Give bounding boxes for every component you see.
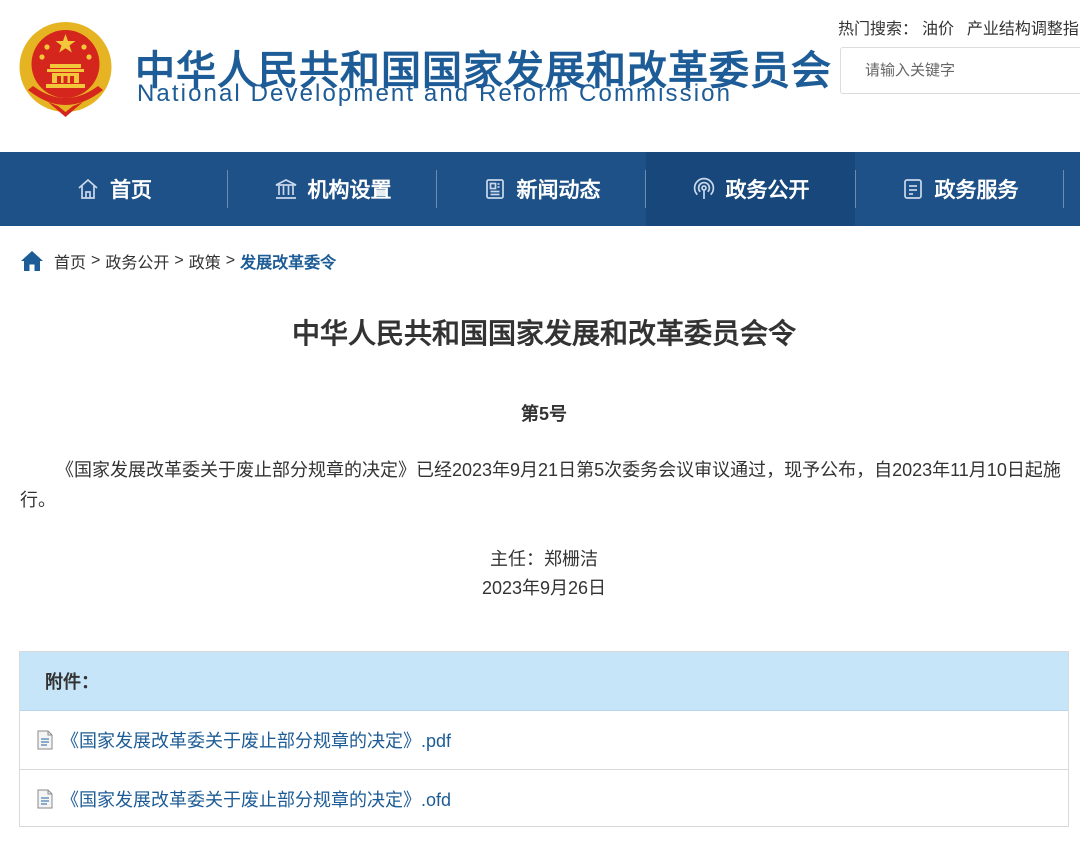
site-title-en: National Development and Reform Commissi… xyxy=(137,80,733,107)
home-icon[interactable] xyxy=(20,250,44,272)
nav-item-services[interactable]: 政务服务 xyxy=(855,152,1064,226)
document-title: 中华人民共和国国家发展和改革委员会令 xyxy=(291,318,796,349)
breadcrumb-separator: > xyxy=(91,252,101,269)
attachments-heading: 附件： xyxy=(20,652,1068,711)
attachment-row: 《国家发展改革委关于废止部分规章的决定》.ofd xyxy=(20,769,1068,828)
broadcast-icon xyxy=(693,177,714,199)
hot-search-term[interactable]: 油价 xyxy=(922,21,954,38)
site-header: 中华人民共和国国家发展和改革委员会 National Development a… xyxy=(0,0,1080,152)
institution-icon xyxy=(275,179,296,199)
nav-divider xyxy=(1063,170,1064,208)
breadcrumb-separator: > xyxy=(174,252,184,269)
nav-label: 新闻动态 xyxy=(516,179,601,202)
breadcrumb-current[interactable]: 发展改革委令 xyxy=(240,249,336,273)
hot-search-bar: 热门搜索： 油价 产业结构调整指 xyxy=(838,15,1080,39)
document-body: 《国家发展改革委关于废止部分规章的决定》已经2023年9月21日第5次委务会议审… xyxy=(20,460,1061,510)
news-icon xyxy=(485,179,504,199)
nav-item-home[interactable]: 首页 xyxy=(0,152,228,226)
home-outline-icon xyxy=(78,178,98,199)
national-emblem-icon[interactable] xyxy=(18,20,113,118)
document-signer: 主任：郑栅洁 xyxy=(490,549,598,569)
document-number: 第5号 xyxy=(520,404,567,424)
nav-item-news[interactable]: 新闻动态 xyxy=(437,152,646,226)
main-nav: 首页 机构设置 新闻动态 政务公开 政务服务 xyxy=(0,152,1080,226)
nav-label: 政务公开 xyxy=(725,179,810,202)
attachment-link-pdf[interactable]: 《国家发展改革委关于废止部分规章的决定》.pdf xyxy=(61,727,451,753)
document-icon xyxy=(37,730,53,750)
nav-item-government-affairs[interactable]: 政务公开 xyxy=(646,152,855,226)
service-icon xyxy=(903,179,922,199)
hot-search-term[interactable]: 产业结构调整指 xyxy=(967,21,1079,38)
attachment-link-ofd[interactable]: 《国家发展改革委关于废止部分规章的决定》.ofd xyxy=(61,786,451,812)
breadcrumb-link-home[interactable]: 首页 xyxy=(54,249,86,273)
breadcrumb-link-policy[interactable]: 政策 xyxy=(189,249,221,273)
attachments-panel: 附件： 《国家发展改革委关于废止部分规章的决定》.pdf 《国家发展改革委关于废… xyxy=(19,651,1069,827)
breadcrumb-link-affairs[interactable]: 政务公开 xyxy=(105,249,169,273)
breadcrumb: 首页 > 政务公开 > 政策 > 发展改革委令 xyxy=(20,249,336,273)
nav-label: 机构设置 xyxy=(307,179,392,202)
document-icon xyxy=(37,789,53,809)
attachment-row: 《国家发展改革委关于废止部分规章的决定》.pdf xyxy=(20,711,1068,769)
nav-item-institution[interactable]: 机构设置 xyxy=(228,152,437,226)
hot-search-label: 热门搜索： xyxy=(838,21,919,38)
document-date: 2023年9月26日 xyxy=(481,578,607,598)
nav-label: 政务服务 xyxy=(934,179,1019,202)
nav-divider xyxy=(855,170,856,208)
search-input[interactable] xyxy=(840,47,1080,94)
breadcrumb-separator: > xyxy=(225,252,236,269)
nav-label: 首页 xyxy=(110,179,152,202)
